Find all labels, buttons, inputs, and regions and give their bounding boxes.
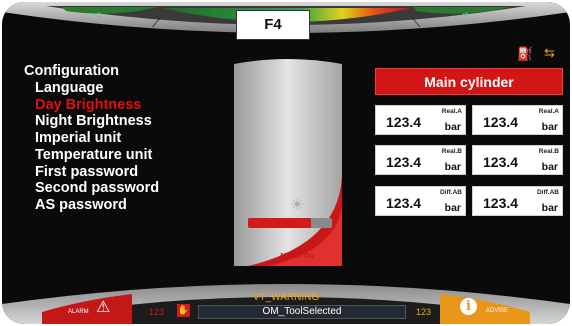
pressure-tag: Diff.AB [536, 189, 559, 196]
configuration-menu: Configuration Language Day Brightness Ni… [24, 64, 159, 214]
pressure-cell: 123.4 Real.B bar [375, 145, 466, 175]
menu-item-as-password[interactable]: AS password [24, 197, 159, 214]
pressure-value: 123.4 [483, 114, 519, 130]
pressure-value: 123.4 [386, 195, 422, 211]
alarm-label[interactable]: ALARM [68, 309, 89, 315]
menu-item-temperature-unit[interactable]: Temperature unit [24, 147, 159, 164]
menu-item-first-password[interactable]: First password [24, 164, 159, 181]
pressure-value: 123.4 [386, 154, 422, 170]
pressure-tag: Real.B [538, 148, 559, 155]
brightness-slider[interactable] [248, 218, 332, 228]
hydraulic-icon: ⇆ [544, 45, 555, 60]
function-key-label[interactable]: F4 [236, 10, 310, 40]
pressure-value: 123.4 [483, 195, 519, 211]
pressure-tag: Diff.AB [439, 189, 462, 196]
hand-icon: ✋ [177, 304, 190, 317]
pressure-unit: bar [541, 161, 558, 173]
menu-item-imperial-unit[interactable]: Imperial unit [24, 130, 159, 147]
pressure-unit: bar [541, 202, 558, 214]
tilt-right-icon: ⟍ [412, 16, 421, 30]
tilt-icon: ⟋ [152, 16, 161, 30]
warning-message: OM_ToolSelected [198, 305, 406, 319]
menu-item-night-brightness[interactable]: Night Brightness [24, 113, 159, 130]
brightness-slider-fill [248, 218, 311, 228]
pressure-cell: 123.4 Diff.AB bar [472, 186, 563, 216]
info-icon: i [460, 298, 477, 315]
pressure-cell: 123.4 Real.A bar [375, 105, 466, 135]
pressure-tag: Real.B [441, 148, 462, 155]
pressure-value: 123.4 [483, 154, 519, 170]
advise-count: 123 [416, 307, 432, 317]
menu-item-day-brightness[interactable]: Day Brightness [24, 97, 159, 114]
warning-title: VT_WARNING [252, 292, 320, 303]
alarm-count: 123 [149, 307, 165, 317]
menu-item-second-password[interactable]: Second password [24, 180, 159, 197]
pressure-cell: 123.4 Real.B bar [472, 145, 563, 175]
pressure-unit: bar [444, 121, 461, 133]
arrow-right-icon: ➪ [462, 10, 471, 21]
pressure-unit: bar [541, 121, 558, 133]
pressure-tag: Real.A [441, 108, 462, 115]
advise-label[interactable]: ADVISE [486, 308, 508, 314]
pressure-cell: 123.4 Real.A bar [472, 105, 563, 135]
warning-triangle-icon: ⚠ [96, 299, 111, 316]
pressure-unit: bar [444, 202, 461, 214]
brand-logo: MANITOU [280, 253, 315, 260]
main-cylinder-header[interactable]: Main cylinder [375, 68, 563, 95]
menu-title: Configuration [24, 63, 120, 79]
fuel-icon: ⛽ [517, 46, 534, 61]
pressure-unit: bar [444, 161, 461, 173]
display-frame: ➪ ⟋ ⟍ ➪ F4 ⛽ ⇆ Configuration Language Da… [2, 2, 570, 324]
arrow-left-icon: ➪ [94, 10, 103, 21]
brightness-panel [234, 59, 342, 266]
pressure-tag: Real.A [538, 108, 559, 115]
sun-icon: ☀ [290, 197, 305, 214]
pressure-cell: 123.4 Diff.AB bar [375, 186, 466, 216]
menu-item-language[interactable]: Language [24, 80, 159, 97]
pressure-value: 123.4 [386, 114, 422, 130]
